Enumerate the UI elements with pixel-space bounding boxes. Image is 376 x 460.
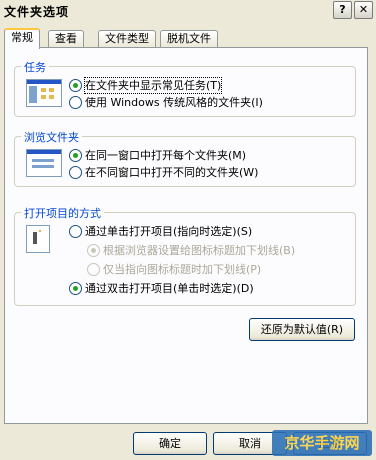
new-window-label: 在不同窗口中打开不同的文件夹(W) [85, 166, 259, 179]
click-items-group-label: 打开项目的方式 [21, 205, 104, 221]
same-window-label: 在同一窗口中打开每个文件夹(M) [85, 149, 247, 162]
click-items-group: 打开项目的方式 通过单击打开项目(指向时选定)(S) 根据浏览器设置给图标标题加… [14, 205, 356, 306]
browse-folders-group: 浏览文件夹 在同一窗口中打开每个文件夹(M) 在不同窗口中打开不同的文件夹(W) [14, 129, 356, 187]
restore-defaults-button[interactable]: 还原为默认值(R) [249, 318, 355, 341]
radio-underline-hover[interactable] [87, 263, 100, 276]
radio-underline-browser[interactable] [87, 244, 100, 257]
close-icon: ✕ [358, 3, 369, 16]
underline-hover-label: 仅当指向图标标题时加下划线(P) [103, 263, 262, 276]
radio-show-common-tasks[interactable] [69, 79, 82, 92]
tasks-preview-icon [26, 79, 62, 107]
show-common-tasks-label: 在文件夹中显示常见任务(T) [83, 77, 223, 94]
window-title: 文件夹选项 [4, 5, 70, 19]
question-mark-icon: ? [339, 3, 346, 16]
watermark-logo: 京华手游网 [272, 430, 372, 456]
tab-file-types[interactable]: 文件类型 [98, 30, 156, 47]
single-click-label: 通过单击打开项目(指向时选定)(S) [85, 225, 253, 238]
tasks-group: 任务 在文件夹中显示常见任务(T) 使用 Windows 传统风格的文件夹(I) [14, 59, 356, 117]
tasks-group-label: 任务 [21, 59, 49, 75]
tab-view[interactable]: 查看 [48, 30, 84, 47]
title-bar[interactable]: 文件夹选项 ? ✕ [0, 0, 376, 22]
radio-double-click[interactable] [69, 282, 82, 295]
tab-offline-files[interactable]: 脱机文件 [160, 30, 218, 47]
radio-new-window[interactable] [69, 166, 82, 179]
folder-options-dialog: 文件夹选项 ? ✕ 常规 查看 文件类型 脱机文件 任务 在文件夹中显示常见任务… [0, 0, 376, 460]
click-preview-icon [26, 225, 50, 253]
tab-general[interactable]: 常规 [4, 28, 40, 49]
browse-folders-group-label: 浏览文件夹 [21, 129, 82, 145]
classic-folders-label: 使用 Windows 传统风格的文件夹(I) [85, 96, 263, 109]
radio-classic-folders[interactable] [69, 96, 82, 109]
radio-same-window[interactable] [69, 149, 82, 162]
close-button[interactable]: ✕ [354, 1, 373, 19]
underline-browser-label: 根据浏览器设置给图标标题加下划线(B) [103, 244, 296, 257]
radio-single-click[interactable] [69, 225, 82, 238]
help-button[interactable]: ? [333, 1, 352, 19]
ok-button[interactable]: 确定 [133, 432, 207, 455]
browse-preview-icon [26, 149, 62, 177]
double-click-label: 通过双击打开项目(单击时选定)(D) [85, 282, 254, 295]
